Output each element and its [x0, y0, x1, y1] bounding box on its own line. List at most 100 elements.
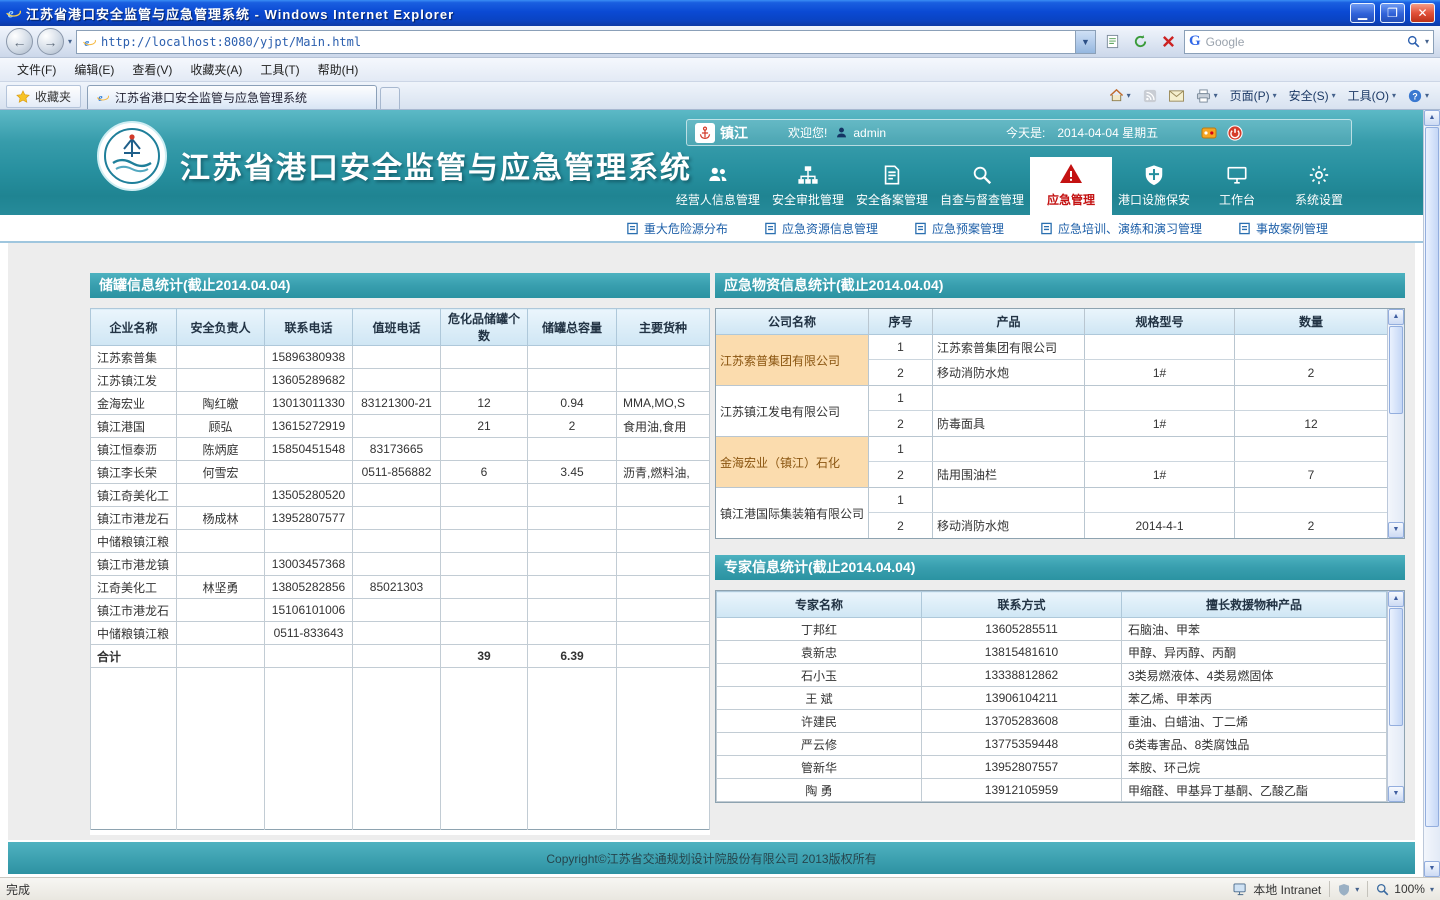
menu-item[interactable]: 文件(F) — [8, 58, 65, 81]
print-button[interactable]: ▾ — [1191, 87, 1223, 105]
minimize-button[interactable]: ▁ — [1350, 3, 1375, 23]
read-mail-button[interactable] — [1164, 88, 1189, 104]
svg-text:e: e — [84, 36, 89, 48]
close-button[interactable]: ✕ — [1410, 3, 1435, 23]
url-text[interactable]: http://localhost:8080/yjpt/Main.html — [101, 35, 1070, 49]
svg-text:e: e — [98, 93, 103, 104]
cell-specialty: 3类易燃液体、4类易燃固体 — [1122, 664, 1387, 687]
protected-mode-pane[interactable]: ▾ — [1338, 883, 1359, 896]
menu-item[interactable]: 工具(T) — [251, 58, 308, 81]
cell-tank-count — [441, 599, 528, 622]
doc-bullet-icon — [1238, 222, 1251, 235]
forward-button[interactable]: → — [37, 28, 64, 55]
scroll-up-icon[interactable]: ▲ — [1388, 309, 1404, 325]
search-placeholder[interactable]: Google — [1206, 35, 1402, 49]
table-row: 江苏索普集 15896380938 — [91, 346, 710, 369]
menu-item[interactable]: 收藏夹(A) — [181, 58, 251, 81]
supplies-scrollbar[interactable]: ▲ ▼ — [1387, 309, 1404, 538]
subnav-item[interactable]: 应急资源信息管理 — [764, 220, 878, 237]
nav-item-inspection[interactable]: 自查与督查管理 — [934, 157, 1030, 215]
subnav-item[interactable]: 事故案例管理 — [1238, 220, 1328, 237]
cell-spec — [1085, 488, 1235, 512]
feeds-button[interactable] — [1138, 87, 1162, 105]
tools-menu[interactable]: 工具(O)▾ — [1343, 85, 1401, 106]
stop-icon — [1162, 35, 1175, 48]
nav-item-safety-approval[interactable]: 安全审批管理 — [766, 157, 850, 215]
cell-tank-count — [441, 346, 528, 369]
cell-seq: 2 — [869, 513, 933, 538]
refresh-button[interactable] — [1128, 30, 1152, 54]
window-titlebar: e 江苏省港口安全监管与应急管理系统 - Windows Internet Ex… — [0, 0, 1440, 26]
today-text: 今天是: 2014-04-04 星期五 — [1006, 124, 1158, 141]
search-dropdown-icon[interactable]: ▾ — [1425, 37, 1429, 46]
cell-duty-phone — [353, 369, 441, 392]
nav-item-safety-filing[interactable]: 安全备案管理 — [850, 157, 934, 215]
experts-scrollbar[interactable]: ▲ ▼ — [1387, 591, 1404, 802]
cell-company: 镇江市港龙石 — [91, 599, 177, 622]
history-chevron-icon[interactable]: ▾ — [68, 37, 72, 46]
menu-item[interactable]: 编辑(E) — [65, 58, 123, 81]
address-input[interactable]: e http://localhost:8080/yjpt/Main.html ▼ — [76, 30, 1096, 54]
page-footer: Copyright©江苏省交通规划设计院股份有限公司 2013版权所有 — [8, 842, 1415, 874]
scroll-thumb[interactable] — [1389, 326, 1403, 414]
scroll-up-icon[interactable]: ▲ — [1388, 591, 1404, 607]
address-dropdown-button[interactable]: ▼ — [1075, 31, 1095, 53]
subnav-item[interactable]: 应急培训、演练和演习管理 — [1040, 220, 1202, 237]
page-scrollbar[interactable]: ▲ ▼ — [1423, 110, 1440, 877]
theme-icon[interactable] — [1201, 126, 1217, 140]
zoom-control[interactable]: 100% ▾ — [1376, 882, 1434, 896]
search-input[interactable]: G Google ▾ — [1184, 30, 1434, 54]
subnav-item[interactable]: 重大危险源分布 — [626, 220, 728, 237]
scroll-down-icon[interactable]: ▼ — [1388, 522, 1404, 538]
cell-phone: 15106101006 — [265, 599, 353, 622]
nav-item-emergency[interactable]: 应急管理 — [1030, 157, 1112, 215]
supplies-subrow: 1 — [869, 488, 1387, 513]
favorites-button[interactable]: 收藏夹 — [6, 85, 81, 108]
safety-menu[interactable]: 安全(S)▾ — [1284, 85, 1341, 106]
page-menu[interactable]: 页面(P)▾ — [1225, 85, 1282, 106]
browser-tab[interactable]: e 江苏省港口安全监管与应急管理系统 — [87, 85, 377, 109]
cell-manager: 何雪宏 — [177, 461, 265, 484]
subnav-item[interactable]: 应急预案管理 — [914, 220, 1004, 237]
logout-power-icon[interactable] — [1227, 125, 1243, 141]
help-button[interactable]: ? ▾ — [1403, 87, 1434, 105]
protection-dropdown-icon[interactable]: ▾ — [1355, 885, 1359, 894]
scroll-down-icon[interactable]: ▼ — [1424, 861, 1440, 877]
cell-company: 镇江李长荣 — [91, 461, 177, 484]
right-column: 应急物资信息统计(截止2014.04.04) 公司名称 序号 产品 规格型号 数… — [715, 273, 1405, 803]
scroll-up-icon[interactable]: ▲ — [1424, 110, 1440, 126]
nav-label: 系统设置 — [1295, 191, 1343, 208]
home-button[interactable]: ▾ — [1104, 86, 1136, 105]
maximize-button[interactable]: ❐ — [1380, 3, 1405, 23]
scroll-thumb[interactable] — [1389, 608, 1403, 726]
nav-item-operators[interactable]: 经营人信息管理 — [670, 157, 766, 215]
scroll-down-icon[interactable]: ▼ — [1388, 786, 1404, 802]
cell-company: 镇江市港龙石 — [91, 507, 177, 530]
cell-tank-count — [441, 507, 528, 530]
cell-product: 移动消防水炮 — [933, 360, 1085, 385]
new-tab-stub[interactable] — [380, 87, 400, 109]
doc-bullet-icon — [626, 222, 639, 235]
back-button[interactable]: ← — [6, 28, 33, 55]
scroll-thumb[interactable] — [1425, 127, 1439, 827]
cell-cargo — [617, 576, 710, 599]
menu-item[interactable]: 帮助(H) — [309, 58, 368, 81]
cell-manager: 陈炳庭 — [177, 438, 265, 461]
menu-item[interactable]: 查看(V) — [123, 58, 181, 81]
nav-item-workbench[interactable]: 工作台 — [1196, 157, 1278, 215]
supplies-subrow: 1 — [869, 437, 1387, 462]
cell-capacity: 3.45 — [528, 461, 617, 484]
nav-item-settings[interactable]: 系统设置 — [1278, 157, 1360, 215]
stop-button[interactable] — [1156, 30, 1180, 54]
nav-item-port-security[interactable]: 港口设施保安 — [1112, 157, 1196, 215]
cell-expert-name: 严云修 — [717, 733, 922, 756]
magnifier-icon[interactable] — [1407, 35, 1420, 48]
cell-seq: 2 — [869, 360, 933, 385]
cell-expert-name: 袁新忠 — [717, 641, 922, 664]
supplies-subrow: 2 陆用围油栏 1# 7 — [869, 462, 1387, 487]
cell-company: 镇江港国 — [91, 415, 177, 438]
compatibility-button[interactable] — [1100, 30, 1124, 54]
supplies-group: 镇江港国际集装箱有限公司 1 2 移动消防水炮 — [716, 488, 1387, 538]
zoom-dropdown-icon[interactable]: ▾ — [1430, 885, 1434, 894]
cell-capacity — [528, 438, 617, 461]
